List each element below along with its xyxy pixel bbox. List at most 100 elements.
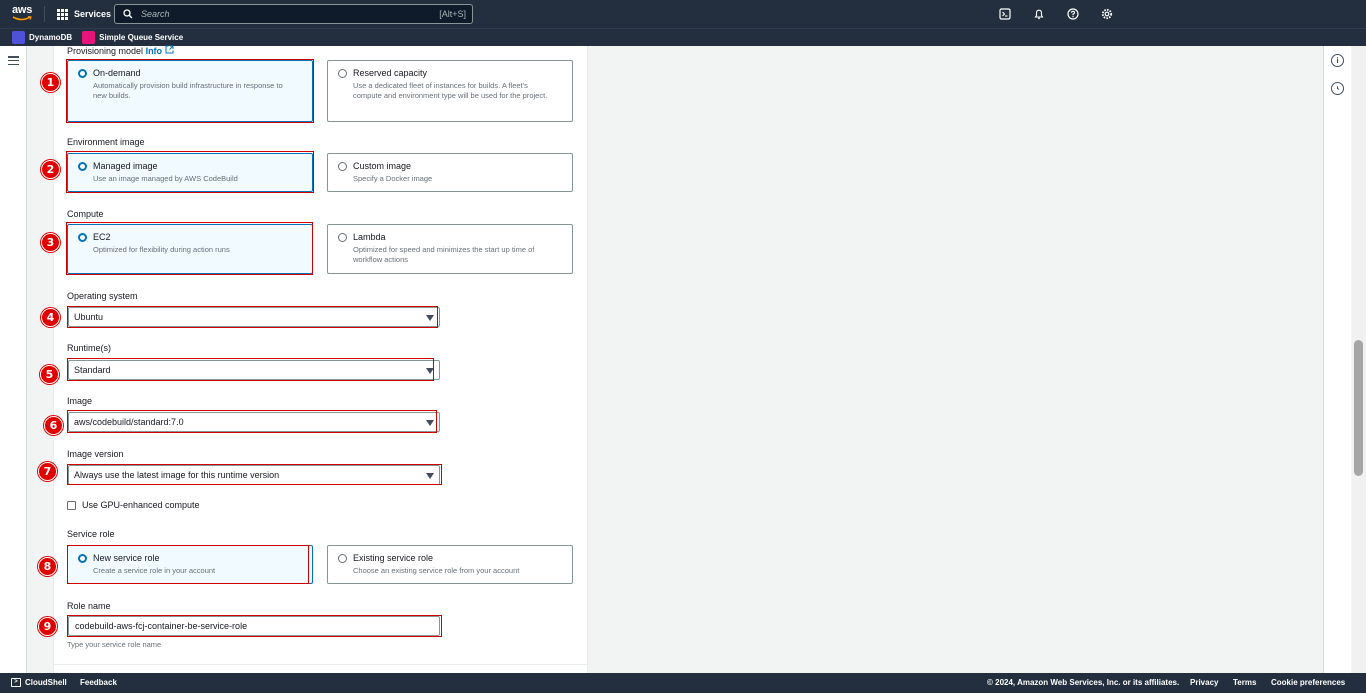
terms-link[interactable]: Terms: [1233, 678, 1256, 687]
gpu-checkbox-row[interactable]: Use GPU-enhanced compute: [67, 500, 200, 510]
compute-label: Compute: [67, 209, 104, 219]
caret-down-icon: [426, 420, 434, 426]
tile-existing-service-role[interactable]: Existing service role Choose an existing…: [327, 545, 573, 584]
tile-custom-image[interactable]: Custom image Specify a Docker image: [327, 153, 573, 192]
top-navigation: aws Services [Alt+S]: [0, 0, 1366, 28]
radio-new-service-role[interactable]: [78, 554, 87, 563]
tile-title: Custom image: [353, 161, 412, 171]
image-select[interactable]: aws/codebuild/standard:7.0: [68, 412, 440, 432]
radio-ec2[interactable]: [78, 233, 87, 242]
role-name-field[interactable]: [68, 616, 440, 636]
search-icon: [115, 9, 141, 19]
tile-on-demand[interactable]: On-demand Automatically provision build …: [67, 60, 313, 122]
panel-divider: [53, 664, 588, 665]
scrollbar-thumb[interactable]: [1354, 340, 1363, 476]
step-badge-5: 5: [40, 365, 59, 384]
info-icon[interactable]: i: [1331, 54, 1344, 67]
info-link[interactable]: Info: [146, 46, 163, 56]
tile-description: Create a service role in your account: [93, 566, 216, 575]
cloudshell-button[interactable]: > CloudShell: [11, 678, 67, 687]
favorite-sqs[interactable]: Simple Queue Service: [82, 31, 183, 44]
sqs-icon: [82, 31, 96, 44]
aws-smile-icon: [12, 16, 32, 21]
history-icon[interactable]: [1331, 82, 1344, 95]
image-version-select[interactable]: Always use the latest image for this run…: [68, 465, 440, 485]
favorite-dynamodb[interactable]: DynamoDB: [12, 31, 72, 44]
step-badge-7: 7: [38, 462, 57, 481]
tile-title: EC2: [93, 232, 111, 242]
radio-reserved-capacity[interactable]: [338, 69, 347, 78]
select-value: aws/codebuild/standard:7.0: [74, 417, 184, 427]
service-role-label: Service role: [67, 529, 115, 539]
step-badge-3: 3: [41, 233, 60, 252]
grid-icon: [57, 8, 68, 20]
role-name-hint: Type your service role name: [67, 640, 162, 649]
bell-icon[interactable]: [1031, 6, 1047, 22]
search-shortcut: [Alt+S]: [439, 9, 466, 19]
step-badge-1: 1: [41, 73, 60, 92]
cloudshell-icon[interactable]: [997, 6, 1013, 22]
radio-managed-image[interactable]: [78, 162, 87, 171]
help-icon[interactable]: [1065, 6, 1081, 22]
feedback-link[interactable]: Feedback: [80, 678, 117, 687]
tile-title: Managed image: [93, 161, 158, 171]
environment-image-label: Environment image: [67, 137, 145, 147]
image-label: Image: [67, 396, 93, 406]
favorite-label: Simple Queue Service: [99, 33, 184, 42]
select-value: Ubuntu: [74, 312, 104, 322]
step-badge-2: 2: [41, 160, 60, 179]
favorite-label: DynamoDB: [29, 33, 73, 42]
aws-logo[interactable]: aws: [12, 5, 34, 23]
tile-title: New service role: [93, 553, 160, 563]
privacy-link[interactable]: Privacy: [1190, 678, 1218, 687]
gpu-checkbox-label: Use GPU-enhanced compute: [82, 500, 200, 510]
tile-reserved-capacity[interactable]: Reserved capacity Use a dedicated fleet …: [327, 60, 573, 122]
radio-custom-image[interactable]: [338, 162, 347, 171]
tile-title: Lambda: [353, 232, 386, 242]
tile-description: Use an image managed by AWS CodeBuild: [93, 174, 238, 183]
tile-new-service-role[interactable]: New service role Create a service role i…: [67, 545, 313, 584]
tile-ec2[interactable]: EC2 Optimized for flexibility during act…: [67, 224, 313, 274]
role-name-input[interactable]: [69, 617, 439, 635]
services-label: Services: [74, 9, 112, 19]
tile-description: Specify a Docker image: [353, 174, 433, 183]
role-name-label: Role name: [67, 601, 111, 611]
radio-lambda[interactable]: [338, 233, 347, 242]
footer: > CloudShell Feedback © 2024, Amazon Web…: [0, 673, 1366, 693]
tile-title: On-demand: [93, 68, 141, 78]
runtime-select[interactable]: Standard: [68, 360, 440, 380]
tile-description: Choose an existing service role from you…: [353, 566, 520, 575]
dynamodb-icon: [12, 31, 25, 44]
image-version-label: Image version: [67, 449, 124, 459]
hamburger-menu-icon[interactable]: [8, 56, 19, 65]
tile-description: Use a dedicated fleet of instances for b…: [353, 81, 548, 100]
cloudshell-label: CloudShell: [25, 678, 67, 687]
right-rail: i: [1323, 46, 1351, 673]
provisioning-model-label: Provisioning model Info: [67, 45, 174, 56]
tile-managed-image[interactable]: Managed image Use an image managed by AW…: [67, 153, 313, 192]
operating-system-select[interactable]: Ubuntu: [68, 307, 440, 327]
tile-title: Reserved capacity: [353, 68, 428, 78]
step-badge-8: 8: [38, 557, 57, 576]
caret-down-icon: [426, 368, 434, 374]
copyright-text: © 2024, Amazon Web Services, Inc. or its…: [987, 678, 1180, 687]
step-badge-9: 9: [38, 617, 57, 636]
search-box[interactable]: [Alt+S]: [114, 4, 473, 24]
select-value: Always use the latest image for this run…: [74, 470, 280, 480]
search-input[interactable]: [141, 9, 440, 19]
step-badge-4: 4: [41, 308, 60, 327]
radio-on-demand[interactable]: [78, 69, 87, 78]
step-badge-6: 6: [44, 416, 63, 435]
gpu-checkbox[interactable]: [67, 500, 76, 510]
settings-icon[interactable]: [1099, 6, 1115, 22]
services-menu-button[interactable]: Services: [57, 5, 111, 23]
external-link-icon: [165, 45, 174, 54]
cookie-preferences-link[interactable]: Cookie preferences: [1271, 678, 1345, 687]
radio-existing-service-role[interactable]: [338, 554, 347, 563]
caret-down-icon: [426, 473, 434, 479]
tile-title: Existing service role: [353, 553, 434, 563]
operating-system-label: Operating system: [67, 291, 138, 301]
tile-lambda[interactable]: Lambda Optimized for speed and minimizes…: [327, 224, 573, 274]
caret-down-icon: [426, 315, 434, 321]
select-value: Standard: [74, 365, 111, 375]
